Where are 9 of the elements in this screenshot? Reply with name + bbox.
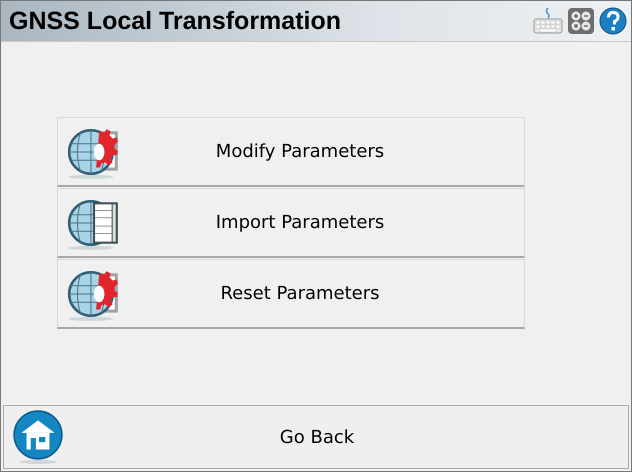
window-title: GNSS Local Transformation [9, 6, 342, 36]
calculator-icon[interactable] [568, 8, 594, 34]
action-button[interactable]: Import Parameters [57, 188, 525, 258]
keyboard-icon[interactable] [533, 8, 563, 34]
action-button[interactable]: Reset Parameters [57, 259, 525, 329]
go-back-button[interactable]: Go Back [3, 405, 629, 469]
action-button[interactable]: Modify Parameters [57, 117, 525, 187]
help-icon[interactable] [599, 7, 627, 35]
home-icon [12, 410, 64, 464]
